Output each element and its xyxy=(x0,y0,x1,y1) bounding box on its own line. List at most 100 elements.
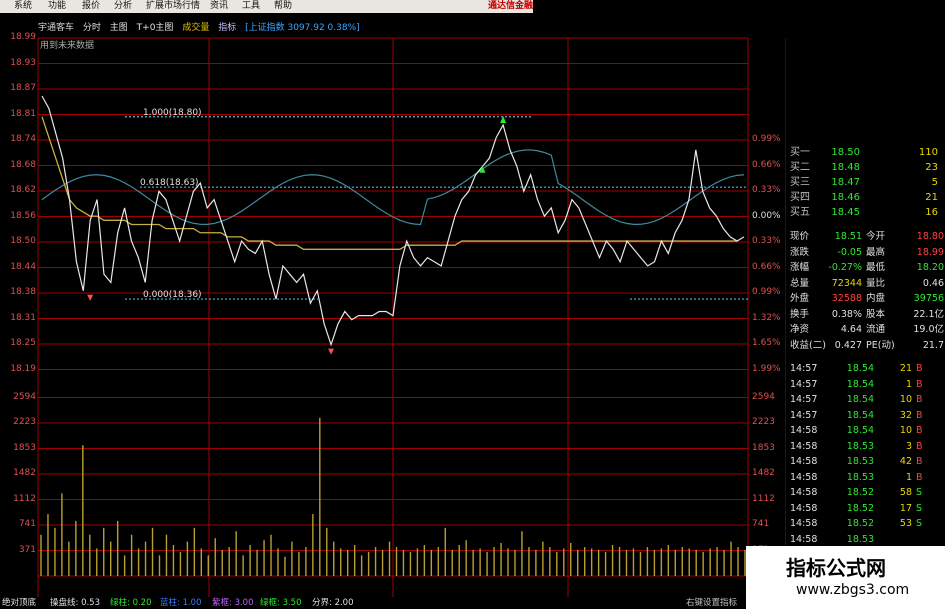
bid-row[interactable]: 买三 18.47 5 xyxy=(786,176,945,190)
tick-row: 14:57 18.54 32 B xyxy=(786,408,945,423)
stat-value: 21.7 xyxy=(922,339,944,351)
tick-price: 18.54 xyxy=(846,378,874,390)
percent-tick-label: 1.32% xyxy=(752,312,781,323)
stat-label: 流通 xyxy=(866,324,886,335)
tick-time: 14:58 xyxy=(790,487,818,498)
stat-value: 18.80 xyxy=(916,231,944,242)
menu-function[interactable]: 功能 xyxy=(48,0,66,13)
price-tick-label: 18.44 xyxy=(10,261,36,272)
fib-label: 0.618(18.63) xyxy=(140,178,199,189)
indicator-blue-value: 蓝柱: 1.00 xyxy=(160,598,202,608)
price-tick-label: 18.74 xyxy=(10,134,36,144)
price-tick-label: 18.62 xyxy=(10,185,36,195)
stat-value: 18.51 xyxy=(834,231,862,242)
tick-price: 18.53 xyxy=(846,471,874,483)
percent-tick-label: 0.33% xyxy=(752,185,781,195)
tick-row: 14:57 18.54 1 B xyxy=(786,377,945,392)
stat-label: 外盘 xyxy=(790,293,810,304)
price-tick-label: 18.99 xyxy=(10,32,36,42)
stat-label: 涨跌 xyxy=(790,246,810,258)
indicator-divider-value: 分界: 2.00 xyxy=(312,598,354,608)
tick-side: B xyxy=(916,378,923,390)
bid-label: 买三 xyxy=(790,177,810,188)
volume-tick-label: 2594 xyxy=(13,391,36,402)
bid-price: 18.47 xyxy=(831,177,860,188)
volume-tick-label: 2594 xyxy=(752,391,775,402)
menu-bar: 系统 功能 报价 分析 扩展市场行情 资讯 工具 帮助 通达信金融 xyxy=(0,0,945,13)
price-tick-label: 18.19 xyxy=(10,363,36,374)
bid-volume: 23 xyxy=(925,162,938,173)
tick-time: 14:57 xyxy=(790,363,818,374)
tick-side: S xyxy=(916,487,923,498)
stat-row: 收益(二) 0.427 PE(动) 21.7 xyxy=(786,339,945,352)
menu-extended-market[interactable]: 扩展市场行情 xyxy=(146,0,200,13)
bid-label: 买五 xyxy=(790,207,810,218)
tick-row: 14:58 18.53 3 B xyxy=(786,439,945,454)
tick-row: 14:58 18.52 17 S xyxy=(786,501,945,516)
price-tick-label: 18.68 xyxy=(10,159,36,170)
tick-volume: 10 xyxy=(899,425,912,436)
tick-volume: 1 xyxy=(905,471,912,483)
volume-tick-label: 1112 xyxy=(752,493,775,504)
tick-side: B xyxy=(916,363,923,374)
tick-side: B xyxy=(916,471,923,483)
tick-row: 14:58 18.53 1 B xyxy=(786,470,945,485)
tick-price: 18.54 xyxy=(846,425,874,436)
stat-value: 72344 xyxy=(831,277,862,289)
stat-row: 涨幅 -0.27% 最低 18.20 xyxy=(786,261,945,274)
menu-help[interactable]: 帮助 xyxy=(274,0,292,13)
bid-volume: 110 xyxy=(918,147,938,158)
bid-row[interactable]: 买四 18.46 21 xyxy=(786,191,945,205)
bid-row[interactable]: 买二 18.48 23 xyxy=(786,161,945,175)
tick-volume: 3 xyxy=(905,440,912,452)
watermark-title: 指标公式网 xyxy=(786,556,886,580)
bid-label: 买四 xyxy=(790,192,810,203)
watermark-url: www.zbgs3.com xyxy=(796,582,910,598)
bid-volume: 5 xyxy=(931,177,938,188)
stat-value: 32588 xyxy=(831,293,862,304)
menubar-dark-area xyxy=(533,0,945,13)
stat-label: 最高 xyxy=(866,246,886,258)
bid-price: 18.50 xyxy=(831,147,860,158)
stat-label: 换手 xyxy=(790,308,810,320)
menu-analysis[interactable]: 分析 xyxy=(114,0,132,13)
bid-volume: 16 xyxy=(925,207,938,218)
tick-price: 18.54 xyxy=(846,363,874,374)
stat-label: 现价 xyxy=(790,231,810,242)
tick-price: 18.52 xyxy=(846,487,874,498)
tick-row: 14:58 18.52 53 S xyxy=(786,516,945,531)
right-click-hint: 右键设置指标 xyxy=(686,598,738,608)
stat-row: 换手 0.38% 股本 22.1亿 xyxy=(786,308,945,321)
menu-system[interactable]: 系统 xyxy=(14,0,32,13)
chart-grid xyxy=(37,37,786,597)
tick-side: B xyxy=(916,440,923,452)
tick-time: 14:58 xyxy=(790,518,818,529)
indicator-name[interactable]: 绝对顶底 xyxy=(2,597,36,609)
bid-row[interactable]: 买一 18.50 110 xyxy=(786,146,945,160)
tick-row: 14:57 18.54 10 B xyxy=(786,392,945,407)
menu-quote[interactable]: 报价 xyxy=(82,0,100,13)
stat-label: 最低 xyxy=(866,262,886,273)
bid-label: 买二 xyxy=(790,162,810,173)
volume-tick-label: 741 xyxy=(18,519,36,529)
volume-tick-label: 2223 xyxy=(13,417,36,427)
menu-info[interactable]: 资讯 xyxy=(210,0,228,13)
tick-time: 14:57 xyxy=(790,394,818,405)
volume-tick-label: 1482 xyxy=(13,468,36,478)
stat-row: 净资 4.64 流通 19.0亿 xyxy=(786,323,945,336)
price-tick-label: 18.93 xyxy=(10,57,36,68)
stat-value: 0.38% xyxy=(831,308,862,320)
percent-tick-label: 0.99% xyxy=(752,134,781,144)
menu-tools[interactable]: 工具 xyxy=(242,0,260,13)
indicator-green-value: 绿柱: 0.20 xyxy=(110,598,152,608)
quote-panel: 买一 18.50 110 买二 18.48 23 买三 18.47 5 买四 18.46 21 买五 18… xyxy=(786,140,945,609)
tick-time: 14:58 xyxy=(790,471,818,483)
bid-row[interactable]: 买五 18.45 16 xyxy=(786,206,945,220)
volume-tick-label: 741 xyxy=(752,519,770,529)
stat-row: 外盘 32588 内盘 39756 xyxy=(786,292,945,305)
intraday-chart[interactable] xyxy=(0,30,786,597)
tick-side: B xyxy=(916,394,923,405)
price-tick-label: 18.81 xyxy=(10,108,36,119)
stat-label: 今开 xyxy=(866,231,886,242)
sell-marker xyxy=(87,294,94,301)
